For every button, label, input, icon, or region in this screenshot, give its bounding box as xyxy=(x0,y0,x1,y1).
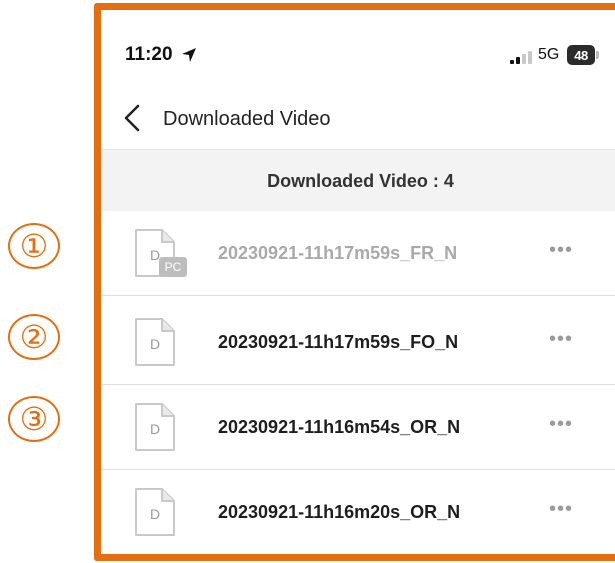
more-options-button[interactable]: ••• xyxy=(549,498,573,521)
network-type: 5G xyxy=(538,46,560,63)
list-item[interactable]: D 20230921-11h17m59s_FO_N ••• xyxy=(101,300,615,385)
file-name: 20230921-11h16m20s_OR_N xyxy=(218,502,461,522)
callout-3: ③ xyxy=(8,396,60,442)
more-options-button[interactable]: ••• xyxy=(549,413,573,436)
callout-1: ① xyxy=(8,223,60,269)
annotation-frame: 11:20 5G 48 Downloaded Video Downloaded … xyxy=(94,3,615,561)
signal-bars-icon xyxy=(510,51,532,64)
pc-badge: PC xyxy=(159,257,187,277)
status-bar: 11:20 5G 48 xyxy=(101,10,615,70)
file-icon: D xyxy=(135,488,175,536)
file-letter: D xyxy=(150,336,160,352)
back-chevron-icon[interactable] xyxy=(121,100,143,136)
location-arrow-icon xyxy=(182,48,196,62)
list-item[interactable]: D PC 20230921-11h17m59s_FR_N ••• xyxy=(101,211,615,296)
phone-screen: 11:20 5G 48 Downloaded Video Downloaded … xyxy=(101,10,615,554)
file-icon: D xyxy=(135,318,175,366)
page-title: Downloaded Video xyxy=(163,108,331,130)
more-options-button[interactable]: ••• xyxy=(549,239,573,262)
file-name: 20230921-11h16m54s_OR_N xyxy=(218,417,461,437)
file-name: 20230921-11h17m59s_FR_N xyxy=(218,243,458,263)
list-item[interactable]: D 20230921-11h16m54s_OR_N ••• xyxy=(101,385,615,470)
list-header: Downloaded Video : 4 xyxy=(101,149,615,212)
more-options-button[interactable]: ••• xyxy=(549,328,573,351)
battery-tip xyxy=(596,51,599,59)
file-name: 20230921-11h17m59s_FO_N xyxy=(218,332,459,352)
file-letter: D xyxy=(150,421,160,437)
file-icon: D xyxy=(135,403,175,451)
list-item[interactable]: D 20230921-11h16m20s_OR_N ••• xyxy=(101,470,615,554)
battery-icon: 48 xyxy=(567,45,595,65)
file-letter: D xyxy=(150,506,160,522)
status-time: 11:20 xyxy=(125,44,173,65)
callout-2: ② xyxy=(8,314,60,360)
